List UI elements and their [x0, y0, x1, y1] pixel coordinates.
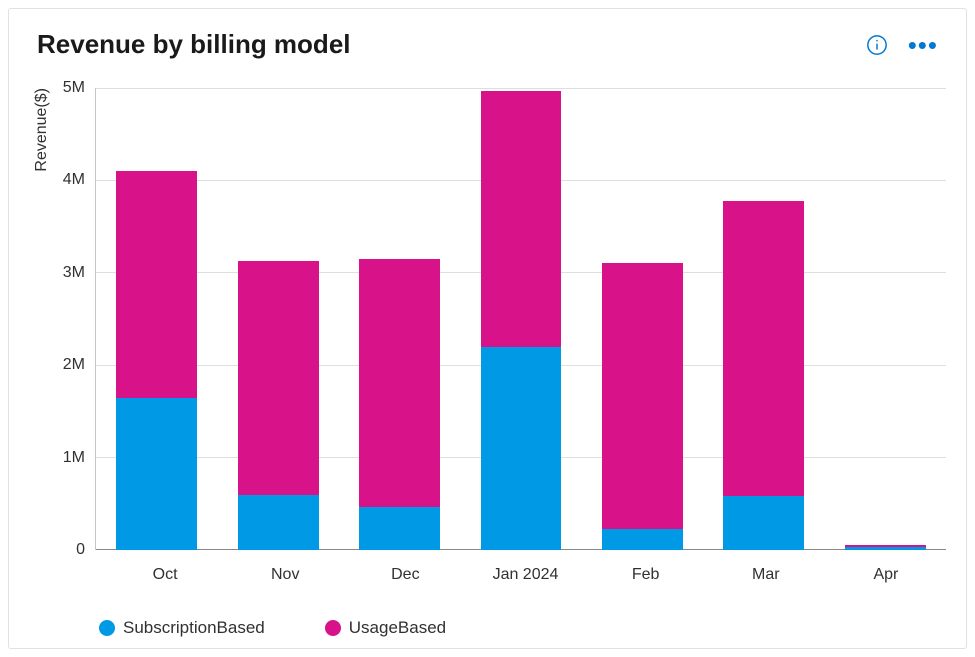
bar-segment-usage[interactable]: [481, 91, 562, 347]
swatch-icon: [325, 620, 341, 636]
bar-segment-usage[interactable]: [238, 261, 319, 495]
x-tick: Apr: [831, 566, 940, 584]
bars: [96, 88, 946, 550]
x-tick: Dec: [351, 566, 460, 584]
bar-group[interactable]: [238, 88, 319, 550]
bar-segment-subscription[interactable]: [723, 496, 804, 550]
bar-segment-usage[interactable]: [359, 259, 440, 507]
card-header: Revenue by billing model •••: [9, 9, 966, 68]
bar-segment-usage[interactable]: [602, 263, 683, 529]
x-tick: Nov: [231, 566, 340, 584]
swatch-icon: [99, 620, 115, 636]
bar-segment-usage[interactable]: [723, 201, 804, 497]
bar-group[interactable]: [116, 88, 197, 550]
legend-label: UsageBased: [349, 618, 446, 638]
legend-item-usage[interactable]: UsageBased: [325, 618, 446, 638]
info-icon[interactable]: [866, 34, 888, 56]
legend: SubscriptionBased UsageBased: [9, 594, 966, 648]
bar-group[interactable]: [723, 88, 804, 550]
x-tick: Jan 2024: [471, 566, 580, 584]
bar-group[interactable]: [359, 88, 440, 550]
bar-segment-subscription[interactable]: [602, 529, 683, 550]
card-title: Revenue by billing model: [37, 29, 351, 60]
bar-segment-subscription[interactable]: [481, 347, 562, 550]
bar-segment-subscription[interactable]: [845, 547, 926, 550]
bar-segment-subscription[interactable]: [238, 495, 319, 550]
card: Revenue by billing model ••• Revenue($) …: [8, 8, 967, 649]
header-actions: •••: [866, 32, 938, 58]
bar-segment-subscription[interactable]: [359, 507, 440, 550]
chart-area: Revenue($) 5M4M3M2M1M0 OctNovDecJan 2024…: [9, 68, 966, 594]
x-axis: Oct Nov Dec Jan 2024 Feb Mar Apr: [105, 550, 946, 584]
y-axis-label: Revenue($): [29, 88, 55, 172]
bar-group[interactable]: [481, 88, 562, 550]
legend-item-subscription[interactable]: SubscriptionBased: [99, 618, 265, 638]
legend-label: SubscriptionBased: [123, 618, 265, 638]
more-icon[interactable]: •••: [908, 32, 938, 58]
bar-segment-subscription[interactable]: [116, 398, 197, 550]
plot-area: [95, 88, 946, 550]
bar-group[interactable]: [602, 88, 683, 550]
x-tick: Feb: [591, 566, 700, 584]
bar-segment-usage[interactable]: [116, 171, 197, 397]
x-tick: Mar: [711, 566, 820, 584]
x-tick: Oct: [110, 566, 219, 584]
bar-group[interactable]: [845, 88, 926, 550]
